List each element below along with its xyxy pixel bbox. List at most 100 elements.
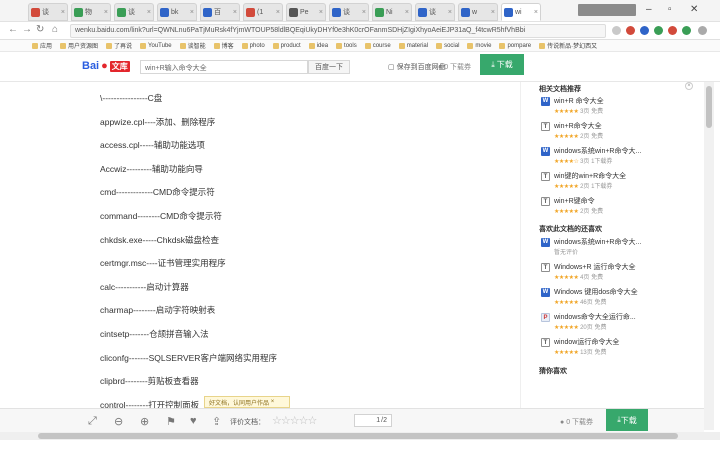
bookmark-item[interactable]: 传说新品·梦幻西又 [539,41,597,50]
close-icon[interactable]: ✕ [690,4,698,15]
reload-icon[interactable]: ↻ [36,24,44,35]
maximize-icon[interactable]: ▫ [668,4,672,15]
doc-title-link[interactable]: Windows 键用dos命令大全 [554,287,690,297]
bookmark-item[interactable]: 博客 [213,41,234,50]
extension-icon[interactable] [668,26,677,35]
related-doc-item[interactable]: Wwindows系统win+R命令大... ★★★★☆ 3页 1下载券 [541,146,691,168]
vertical-scrollbar[interactable] [704,82,714,430]
horizontal-scrollbar[interactable] [0,432,720,440]
download-button[interactable]: ⤓ 下载 [480,54,524,75]
forward-icon[interactable]: → [22,24,32,35]
bookmark-item[interactable]: 用户资源图 [60,41,98,50]
menu-icon[interactable] [698,26,707,35]
bookmark-item[interactable]: social [436,42,459,49]
bookmark-item[interactable]: tools [336,42,357,49]
related-doc-item[interactable]: Twindow运行命令大全 ★★★★★ 13页 免费 [541,337,691,359]
browser-tab[interactable]: 谈 × [329,3,369,21]
back-icon[interactable]: ← [8,24,18,35]
bookmark-icon[interactable]: ⚑ [166,415,176,428]
save-to-netdisk-link[interactable]: ▢ 保存到百度网盘 [388,62,446,72]
doc-title-link[interactable]: win键的win+R命令大全 [554,171,690,181]
related-doc-item[interactable]: W Windows 键用dos命令大全 ★★★★★ 46页 免费 [541,287,691,309]
bookmark-item[interactable]: course [364,42,391,49]
doc-pages: 3页 [580,159,590,165]
doc-title-link[interactable]: Windows+R 运行命令大全 [554,262,690,272]
related-doc-item[interactable]: Wwin+R 命令大全 ★★★★★ 3页 免费 [541,96,691,118]
extension-icon[interactable] [640,26,649,35]
related-doc-item[interactable]: T Windows+R 运行命令大全 ★★★★★ 4页 免费 [541,262,691,284]
close-icon[interactable]: × [448,9,452,16]
bookmark-item[interactable]: idea [308,42,328,49]
browser-tab[interactable]: 谈 × [28,3,68,21]
scroll-thumb[interactable] [706,86,712,128]
doc-type-icon: T [541,263,550,272]
folder-icon [308,42,315,49]
fullscreen-icon[interactable]: ⤢ [88,415,97,428]
browser-tab[interactable]: Ni × [372,3,412,21]
close-icon[interactable]: × [534,9,538,16]
bookmark-item[interactable]: 谈智能 [179,41,206,50]
doc-title-link[interactable]: windows系统win+R命令大... [554,237,690,247]
browser-tab[interactable]: 谈 × [114,3,154,21]
doc-title-link[interactable]: windows系统win+R命令大... [554,146,690,156]
bookmark-item[interactable]: 应用 [32,41,52,50]
page-number-input[interactable]: 1/2 [354,414,392,427]
rating-stars[interactable]: ☆☆☆☆☆ [272,414,317,427]
close-icon[interactable]: × [319,9,323,16]
browser-tab[interactable]: (1 × [243,3,283,21]
bookmark-item[interactable]: photo [241,42,265,49]
baidu-wenku-logo[interactable]: Bai ● 文库 [82,60,130,72]
minimize-icon[interactable]: – [646,4,652,15]
close-icon[interactable]: × [190,9,194,16]
browser-tab[interactable]: wi × [501,3,541,21]
scroll-thumb[interactable] [38,433,678,439]
search-input[interactable]: win+R输入命令大全 [140,60,308,74]
close-icon[interactable]: × [233,9,237,16]
browser-tab[interactable]: Pe × [286,3,326,21]
heart-icon[interactable]: ♥ [190,415,197,427]
close-icon[interactable]: × [276,9,280,16]
search-icon[interactable] [612,26,621,35]
doc-title-link[interactable]: win+R 命令大全 [554,96,690,106]
close-icon[interactable]: × [147,9,151,16]
zoom-in-icon[interactable]: ⊕ [140,415,149,428]
bookmark-item[interactable]: pompare [499,42,531,49]
home-icon[interactable]: ⌂ [52,24,58,35]
browser-tab[interactable]: 谈 × [415,3,455,21]
close-icon[interactable]: × [491,9,495,16]
extension-icon[interactable] [626,26,635,35]
doc-title-link[interactable]: window运行命令大全 [554,337,690,347]
download-button[interactable]: ⤓ 下载 [606,409,648,431]
doc-title-link[interactable]: win+R键命令 [554,196,690,206]
close-icon[interactable]: × [405,9,409,16]
close-icon[interactable]: × [61,9,65,16]
related-doc-item[interactable]: Wwindows系统win+R命令大... 暂无评价 [541,237,691,259]
url-field[interactable]: wenku.baidu.com/link?url=QWNLnu6PaTjMuRs… [70,24,606,38]
related-doc-item[interactable]: Pwindows命令大全运行命... ★★★★★ 20页 免费 [541,312,691,334]
related-doc-item[interactable]: Twin键的win+R命令大全 ★★★★★ 2页 1下载券 [541,171,691,193]
close-icon[interactable]: × [685,82,693,90]
bookmark-item[interactable]: YouTube [140,42,172,49]
doc-price: 1下载券 [591,159,613,165]
bookmark-item[interactable]: product [272,42,301,49]
doc-title-link[interactable]: windows命令大全运行命... [554,312,690,322]
browser-tab[interactable]: w × [458,3,498,21]
bookmark-item[interactable]: movie [467,42,491,49]
shield-icon[interactable] [654,26,663,35]
browser-tab[interactable]: bk × [157,3,197,21]
close-icon[interactable]: × [362,9,366,16]
bookmark-item[interactable]: 了再说 [106,41,132,50]
extension-icon[interactable] [682,26,691,35]
browser-tab[interactable]: 百 × [200,3,240,21]
profile-label[interactable] [578,4,636,16]
close-icon[interactable]: × [271,399,275,405]
related-doc-item[interactable]: Twin+R键命令 ★★★★★ 2页 免费 [541,196,691,218]
browser-tab[interactable]: 物 × [71,3,111,21]
bookmark-item[interactable]: material [398,42,428,49]
close-icon[interactable]: × [104,9,108,16]
search-button[interactable]: 百度一下 [308,60,350,74]
doc-title-link[interactable]: win+R命令大全 [554,121,690,131]
zoom-out-icon[interactable]: ⊖ [114,415,123,428]
share-icon[interactable]: ⇪ [212,415,221,428]
related-doc-item[interactable]: Twin+R命令大全 ★★★★★ 2页 免费 [541,121,691,143]
